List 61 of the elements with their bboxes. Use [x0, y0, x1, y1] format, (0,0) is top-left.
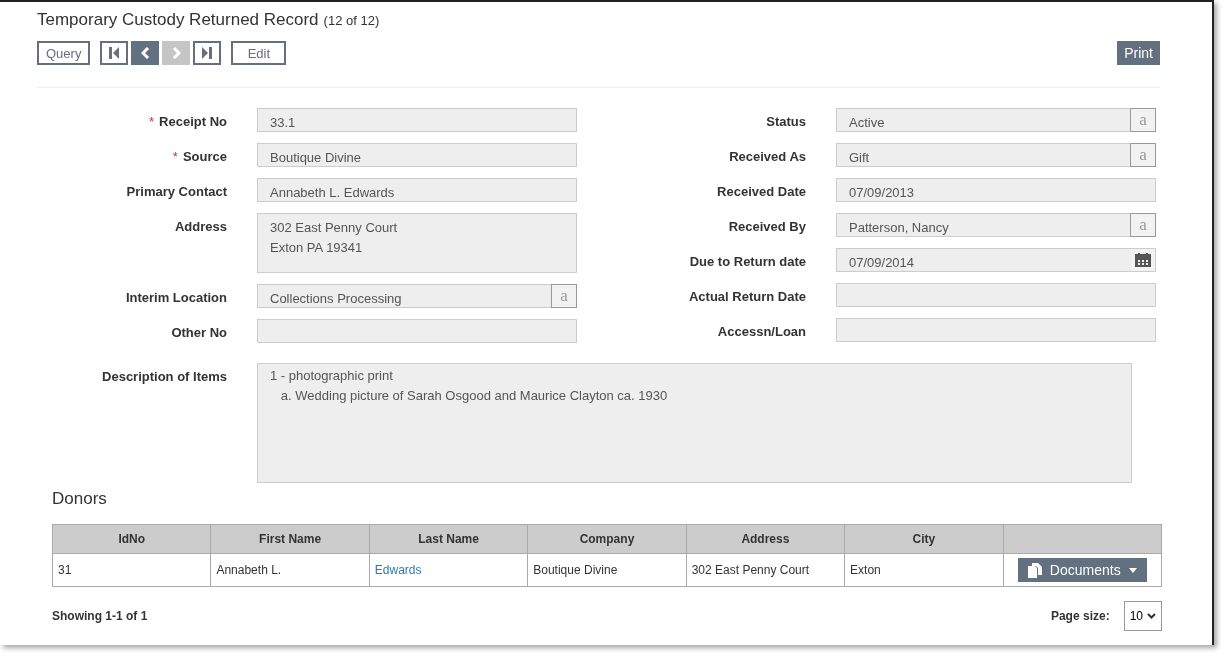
- table-cell: Annabeth L.: [210, 553, 370, 587]
- caret-icon: [1128, 567, 1137, 573]
- input-field[interactable]: 33.1: [257, 108, 577, 132]
- input-field[interactable]: [257, 319, 577, 343]
- column-header: Company: [527, 524, 687, 554]
- field-label: Received By: [727, 218, 806, 236]
- name-link[interactable]: Edwards: [374, 563, 422, 577]
- input-field[interactable]: Active a: [836, 108, 1156, 132]
- table-cell: Exton: [844, 553, 1004, 587]
- last-icon: [202, 47, 213, 59]
- field-label: Accessn/Loan: [716, 323, 806, 341]
- field-label: Other No: [170, 324, 227, 342]
- text-area[interactable]: 302 East Penny Court Exton PA 19341: [257, 213, 577, 273]
- query-button[interactable]: Query: [37, 41, 91, 65]
- column-header: City: [844, 524, 1004, 554]
- input-field[interactable]: Annabeth L. Edwards: [257, 178, 577, 202]
- field-label: Received Date: [716, 183, 806, 201]
- field-label: Description of Items: [101, 368, 227, 386]
- column-header: IdNo: [52, 524, 211, 554]
- field-label: Primary Contact: [125, 183, 227, 201]
- input-field[interactable]: Collections Processing a: [257, 284, 577, 308]
- column-header: First Name: [210, 524, 370, 554]
- section-title: Donors: [52, 489, 108, 509]
- results-count: Showing 1-1 of 1: [52, 609, 148, 623]
- page-title: Temporary Custody Returned Record: [37, 10, 319, 30]
- column-header: Address: [686, 524, 845, 554]
- print-button[interactable]: Print: [1117, 41, 1160, 65]
- record-counter: (12 of 12): [323, 13, 380, 28]
- table-cell: Boutique Divine: [527, 553, 687, 587]
- input-field[interactable]: [836, 283, 1156, 307]
- input-field[interactable]: 07/09/2013: [836, 178, 1156, 202]
- first-icon: [109, 47, 120, 59]
- text-area[interactable]: 1 - photographic print a. Wedding picture of Sarah Osgood and Maurice Clayton ca. 1930: [257, 363, 1132, 483]
- last-button[interactable]: [193, 41, 222, 65]
- documents-icon: [1027, 562, 1042, 578]
- field-label: * Receipt No: [148, 113, 227, 131]
- field-label: Status: [765, 113, 806, 131]
- field-label: Due to Return date: [688, 253, 806, 271]
- documents-button[interactable]: Documents: [1017, 558, 1147, 582]
- edit-button[interactable]: Edit: [231, 41, 287, 65]
- chevron-down-icon: [1147, 613, 1156, 619]
- table-cell: 302 East Penny Court: [686, 553, 845, 587]
- input-field[interactable]: Patterson, Nancy a: [836, 213, 1156, 237]
- page-size-label: Page size:: [1050, 609, 1110, 623]
- prev-button[interactable]: [131, 41, 160, 65]
- field-label: Received As: [728, 148, 806, 166]
- field-label: Interim Location: [124, 289, 227, 307]
- field-label: Actual Return Date: [687, 288, 806, 306]
- input-field[interactable]: [836, 318, 1156, 342]
- input-field[interactable]: 07/09/2014: [836, 248, 1156, 272]
- field-label: Address: [173, 218, 227, 236]
- chevron-left-icon: [140, 47, 150, 59]
- calendar-icon[interactable]: [1131, 249, 1155, 271]
- page-size-select[interactable]: 10: [1123, 601, 1162, 631]
- chevron-right-icon: [171, 47, 181, 59]
- field-label: * Source: [171, 148, 227, 166]
- column-header: Last Name: [369, 524, 528, 554]
- first-button[interactable]: [100, 41, 129, 65]
- table-cell: 31: [52, 553, 211, 587]
- input-field[interactable]: Gift a: [836, 143, 1156, 167]
- input-field[interactable]: Boutique Divine: [257, 143, 577, 167]
